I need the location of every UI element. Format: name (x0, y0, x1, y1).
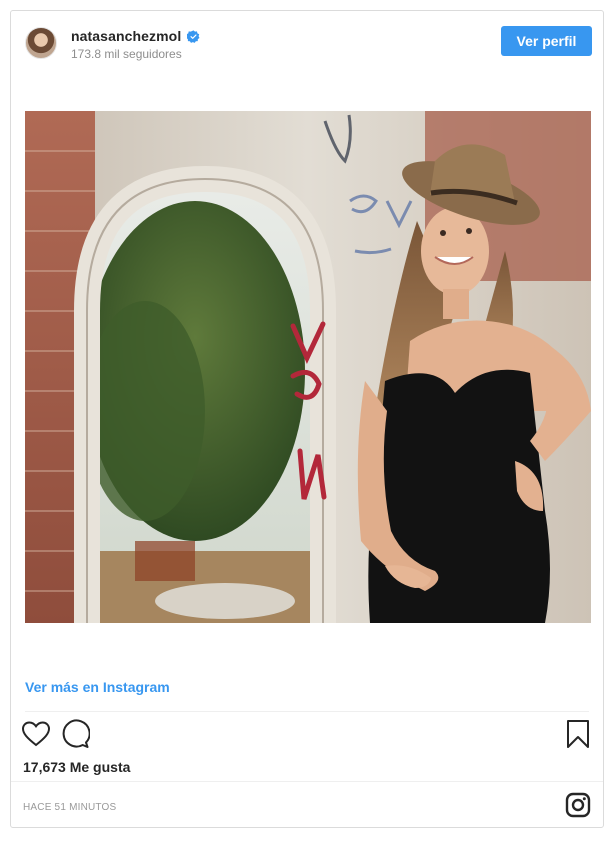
post-photo-illustration (25, 111, 591, 623)
divider (25, 711, 589, 712)
verified-badge-icon (187, 29, 200, 43)
user-info: natasanchezmol 173.8 mil seguidores (71, 28, 200, 61)
like-count[interactable]: 17,673 Me gusta (23, 759, 130, 775)
avatar[interactable] (25, 27, 57, 59)
instagram-icon[interactable] (565, 792, 591, 818)
post-timestamp: HACE 51 MINUTOS (23, 802, 117, 813)
follower-count: 173.8 mil seguidores (71, 47, 182, 61)
post-header: natasanchezmol 173.8 mil seguidores Ver … (11, 11, 603, 75)
post-photo[interactable] (25, 111, 591, 623)
comment-icon[interactable] (60, 719, 90, 749)
bookmark-icon[interactable] (565, 719, 591, 749)
username-row: natasanchezmol (71, 28, 200, 44)
view-more-link[interactable]: Ver más en Instagram (25, 679, 170, 695)
instagram-embed-card: natasanchezmol 173.8 mil seguidores Ver … (10, 10, 604, 828)
view-profile-button[interactable]: Ver perfil (501, 26, 592, 56)
divider (11, 781, 603, 782)
action-bar (11, 717, 603, 761)
username[interactable]: natasanchezmol (71, 28, 181, 44)
heart-icon[interactable] (21, 719, 51, 749)
